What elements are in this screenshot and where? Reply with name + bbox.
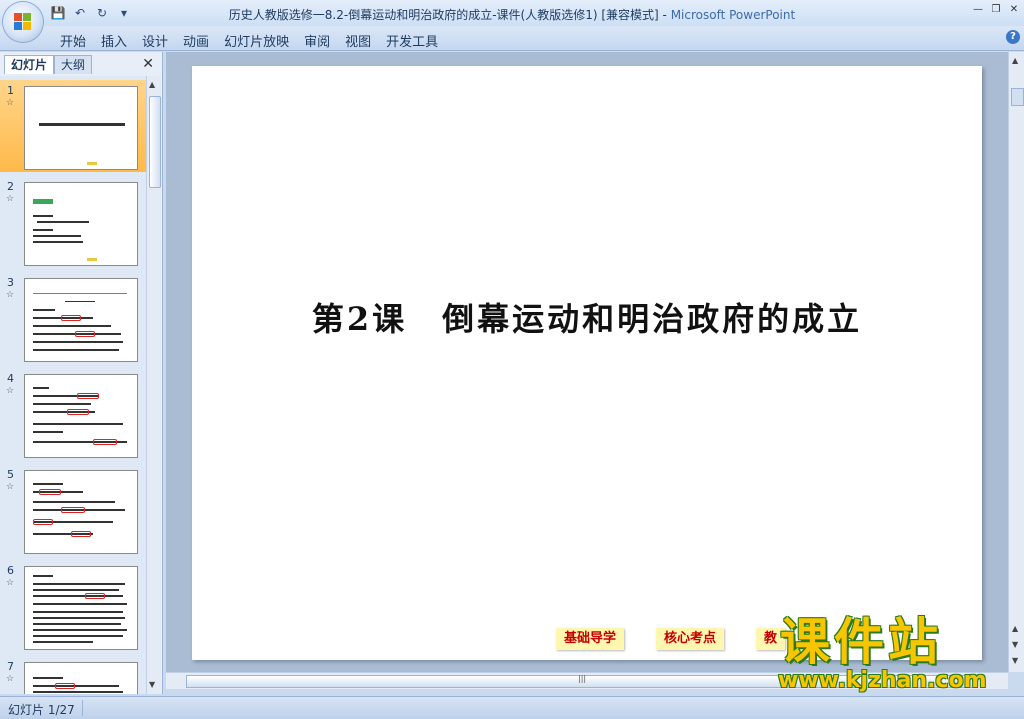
thumbnail-number: 6 bbox=[7, 564, 14, 577]
status-bar: 幻灯片 1/27 bbox=[0, 696, 1024, 719]
nav-button-basics[interactable]: 基础导学 bbox=[556, 628, 625, 650]
thumbnail-3[interactable]: 3 ☆ bbox=[0, 272, 146, 364]
tab-slides[interactable]: 幻灯片 bbox=[4, 55, 55, 74]
thumbnail-slide bbox=[24, 374, 138, 458]
thumbnail-slide bbox=[24, 278, 138, 362]
thumbnail-5[interactable]: 5 ☆ bbox=[0, 464, 146, 556]
thumbnail-2[interactable]: 2 ☆ bbox=[0, 176, 146, 268]
close-window-icon[interactable]: ✕ bbox=[1008, 4, 1020, 15]
animation-star-icon: ☆ bbox=[6, 482, 15, 492]
scroll-thumb[interactable] bbox=[1011, 88, 1024, 106]
animation-star-icon: ☆ bbox=[6, 290, 15, 300]
tab-developer[interactable]: 开发工具 bbox=[386, 31, 453, 50]
scroll-grip-icon: ||| bbox=[578, 674, 587, 683]
status-separator bbox=[82, 700, 83, 716]
thumbnail-number: 3 bbox=[7, 276, 14, 289]
watermark-text: 课件站 bbox=[780, 613, 942, 671]
animation-star-icon: ☆ bbox=[6, 578, 15, 588]
tab-outline[interactable]: 大纲 bbox=[54, 55, 93, 74]
thumbnail-slide bbox=[24, 86, 138, 170]
document-title: 历史人教版选修一8.2-倒幕运动和明治政府的成立-课件(人教版选修1) [兼容模… bbox=[228, 8, 671, 22]
thumbnail-slide bbox=[24, 182, 138, 266]
thumbnail-4[interactable]: 4 ☆ bbox=[0, 368, 146, 460]
office-logo-icon bbox=[14, 13, 32, 31]
thumbnail-slide bbox=[24, 566, 138, 650]
tab-view[interactable]: 视图 bbox=[345, 31, 386, 50]
thumbnail-number: 4 bbox=[7, 372, 14, 385]
thumbnail-slide bbox=[24, 662, 138, 694]
close-pane-icon[interactable]: ✕ bbox=[142, 56, 154, 72]
watermark-logo: 课件站 www.kjzhan.com bbox=[770, 614, 1020, 698]
restore-icon[interactable]: ❐ bbox=[990, 4, 1002, 15]
animation-star-icon: ☆ bbox=[6, 674, 15, 684]
help-icon[interactable]: ? bbox=[1006, 30, 1020, 44]
thumbnail-slide bbox=[24, 470, 138, 554]
minimize-icon[interactable]: — bbox=[972, 4, 984, 15]
tab-design[interactable]: 设计 bbox=[142, 31, 183, 50]
slide-workspace: 第2课 倒幕运动和明治政府的成立 基础导学 核心考点 教 bbox=[166, 52, 1008, 672]
pane-tabs: 幻灯片 大纲 ✕ bbox=[2, 54, 160, 74]
slides-pane: 幻灯片 大纲 ✕ 1 ☆ 2 ☆ 3 ☆ 4 ☆ 5 ☆ 6 ☆ 7 ☆ ▲ ▼ bbox=[0, 52, 163, 694]
thumbnail-number: 5 bbox=[7, 468, 14, 481]
animation-star-icon: ☆ bbox=[6, 194, 15, 204]
window-title: 历史人教版选修一8.2-倒幕运动和明治政府的成立-课件(人教版选修1) [兼容模… bbox=[0, 6, 1024, 23]
thumbnail-7[interactable]: 7 ☆ bbox=[0, 656, 146, 694]
thumbnail-list: 1 ☆ 2 ☆ 3 ☆ 4 ☆ 5 ☆ 6 ☆ 7 ☆ bbox=[0, 76, 146, 694]
tab-review[interactable]: 审阅 bbox=[304, 31, 345, 50]
thumbnail-6[interactable]: 6 ☆ bbox=[0, 560, 146, 652]
slide-scrollbar[interactable]: ▲ ▲ ▼ ▼ bbox=[1008, 52, 1024, 672]
animation-star-icon: ☆ bbox=[6, 386, 15, 396]
scroll-thumb[interactable] bbox=[149, 96, 161, 188]
thumbnail-number: 7 bbox=[7, 660, 14, 673]
ribbon: 开始 插入 设计 动画 幻灯片放映 审阅 视图 开发工具 ? bbox=[0, 26, 1024, 51]
thumbnail-number: 2 bbox=[7, 180, 14, 193]
scroll-down-icon[interactable]: ▼ bbox=[149, 680, 155, 689]
slide-counter: 幻灯片 1/27 bbox=[8, 703, 75, 717]
animation-star-icon: ☆ bbox=[6, 98, 15, 108]
scroll-up-icon[interactable]: ▲ bbox=[149, 80, 155, 89]
title-bar: 💾 ↶ ↻ ▾ 历史人教版选修一8.2-倒幕运动和明治政府的成立-课件(人教版选… bbox=[0, 0, 1024, 26]
slide-title[interactable]: 第2课 倒幕运动和明治政府的成立 bbox=[192, 294, 982, 340]
watermark-url: www.kjzhan.com bbox=[778, 668, 987, 693]
ribbon-tabs: 开始 插入 设计 动画 幻灯片放映 审阅 视图 开发工具 bbox=[60, 31, 453, 50]
tab-slideshow[interactable]: 幻灯片放映 bbox=[224, 31, 304, 50]
tab-home[interactable]: 开始 bbox=[60, 31, 101, 50]
tab-insert[interactable]: 插入 bbox=[101, 31, 142, 50]
thumbnail-scrollbar[interactable]: ▲ ▼ bbox=[146, 76, 161, 694]
app-name: Microsoft PowerPoint bbox=[670, 8, 796, 22]
office-button[interactable] bbox=[3, 2, 43, 42]
scroll-up-icon[interactable]: ▲ bbox=[1012, 56, 1018, 65]
thumbnail-number: 1 bbox=[7, 84, 14, 97]
window-controls: — ❐ ✕ bbox=[972, 4, 1020, 15]
thumbnail-1[interactable]: 1 ☆ bbox=[0, 80, 146, 172]
tab-animations[interactable]: 动画 bbox=[183, 31, 224, 50]
nav-button-key-points[interactable]: 核心考点 bbox=[656, 628, 725, 650]
slide-canvas[interactable]: 第2课 倒幕运动和明治政府的成立 基础导学 核心考点 教 bbox=[192, 66, 982, 660]
